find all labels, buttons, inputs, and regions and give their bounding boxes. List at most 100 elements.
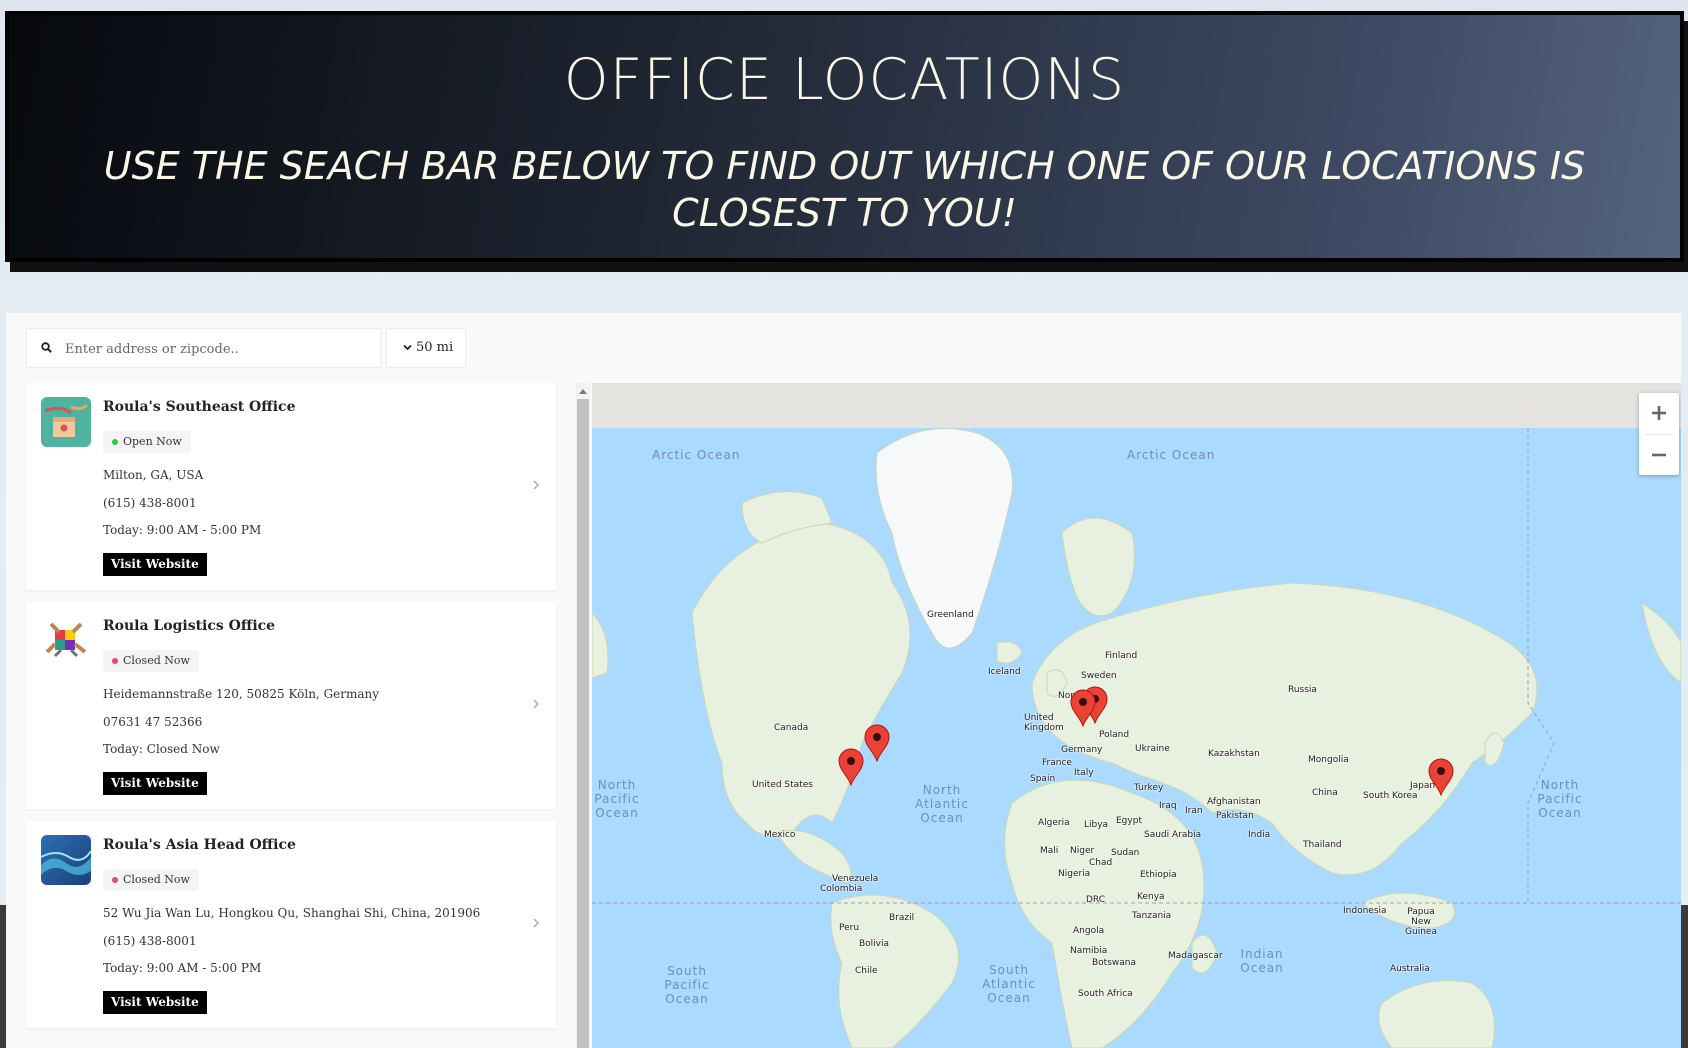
map-country-label: Pakistan — [1216, 811, 1254, 821]
map-country-label: Mongolia — [1308, 755, 1349, 765]
location-phone: (615) 438-8001 — [103, 934, 197, 948]
chevron-down-icon — [403, 344, 412, 351]
location-phone: 07631 47 52366 — [103, 715, 203, 729]
map-country-label: South Africa — [1078, 989, 1133, 999]
map-country-label: Botswana — [1092, 958, 1136, 968]
ocean-label: Arctic Ocean — [652, 448, 741, 462]
map-country-label: Iran — [1185, 806, 1203, 816]
radius-select[interactable]: 50 mi — [386, 328, 466, 368]
map-marker-icon[interactable] — [864, 724, 890, 762]
map-country-label: Thailand — [1303, 840, 1342, 850]
location-hours: Today: Closed Now — [103, 742, 220, 756]
map-country-label: Ethiopia — [1140, 870, 1177, 880]
map-country-label: Greenland — [927, 610, 974, 620]
map-country-label: Saudi Arabia — [1144, 830, 1202, 840]
location-address: Heidemannstraße 120, 50825 Köln, Germany — [103, 687, 380, 701]
ocean-label: South Pacific Ocean — [664, 964, 710, 1006]
ocean-label: North Pacific Ocean — [1537, 778, 1583, 820]
visit-website-button[interactable]: Visit Website — [103, 553, 207, 576]
map-country-label: Peru — [839, 923, 860, 933]
map-country-label: Chad — [1089, 858, 1113, 868]
page-title: OFFICE LOCATIONS — [563, 47, 1126, 113]
map-country-label: China — [1312, 788, 1338, 798]
location-address: 52 Wu Jia Wan Lu, Hongkou Qu, Shanghai S… — [103, 906, 481, 920]
map-country-label: Poland — [1099, 730, 1130, 740]
location-hours: Today: 9:00 AM - 5:00 PM — [103, 523, 262, 537]
hero-banner: OFFICE LOCATIONS USE THE SEACH BAR BELOW… — [5, 11, 1684, 262]
search-box[interactable] — [26, 328, 381, 369]
location-address: Milton, GA, USA — [103, 468, 204, 482]
map-country-label: Sweden — [1081, 671, 1117, 681]
zoom-in-button[interactable] — [1639, 393, 1679, 433]
map-country-label: Finland — [1105, 651, 1138, 661]
chevron-right-icon — [533, 480, 539, 490]
map-country-label: Algeria — [1038, 818, 1070, 828]
location-phone: (615) 438-8001 — [103, 496, 197, 510]
map-country-label: Italy — [1074, 768, 1094, 778]
ocean-label: Arctic Ocean — [1127, 448, 1216, 462]
map-country-label: Angola — [1073, 926, 1105, 936]
map-country-label: Niger — [1070, 846, 1095, 856]
map-country-label: Libya — [1084, 820, 1109, 830]
page-subtitle: USE THE SEACH BAR BELOW TO FIND OUT WHIC… — [103, 144, 1586, 235]
map-country-label: Chile — [855, 966, 878, 976]
list-scrollbar[interactable] — [576, 383, 590, 1048]
scroll-thumb[interactable] — [577, 399, 589, 1048]
chevron-right-icon — [533, 918, 539, 928]
visit-website-button[interactable]: Visit Website — [103, 991, 207, 1014]
location-card[interactable]: Roula Logistics Office Closed Now Heidem… — [26, 602, 556, 809]
map-marker-icon[interactable] — [838, 748, 864, 786]
status-dot — [112, 658, 118, 664]
map-marker-icon[interactable] — [1428, 758, 1454, 796]
map-country-label: India — [1248, 830, 1271, 840]
map-country-label: Mexico — [764, 830, 796, 840]
map-country-label: Spain — [1030, 774, 1056, 784]
radius-value: 50 mi — [416, 340, 454, 355]
map-country-label: France — [1042, 758, 1072, 768]
location-list: Roula's Southeast Office Open Now Milton… — [6, 383, 568, 1048]
map-country-label: Russia — [1288, 685, 1317, 695]
map-country-label: Sudan — [1111, 848, 1140, 858]
map-country-label: Australia — [1390, 964, 1430, 974]
status-label: Open Now — [123, 435, 182, 448]
visit-website-button[interactable]: Visit Website — [103, 772, 207, 795]
search-icon — [41, 342, 52, 353]
ocean-label: North Atlantic Ocean — [915, 783, 969, 825]
zoom-control — [1639, 393, 1679, 475]
map-country-label: Namibia — [1070, 946, 1108, 956]
plus-icon — [1652, 406, 1666, 420]
location-logo — [41, 835, 91, 885]
location-name: Roula's Southeast Office — [103, 399, 296, 415]
map-country-label: Afghanistan — [1207, 797, 1261, 807]
location-card[interactable]: Roula's Southeast Office Open Now Milton… — [26, 383, 556, 590]
ocean-label: South Atlantic Ocean — [982, 963, 1036, 1005]
map-country-label: Brazil — [889, 913, 915, 923]
ocean-label: Indian Ocean — [1240, 947, 1284, 975]
map-country-label: United States — [752, 780, 813, 790]
map-country-label: Kenya — [1137, 892, 1165, 902]
location-logo — [41, 616, 91, 666]
map-country-label: South Korea — [1363, 791, 1418, 801]
status-badge: Closed Now — [103, 869, 199, 891]
map-marker-icon[interactable] — [1070, 689, 1096, 727]
map-view[interactable]: Arctic Ocean Arctic Ocean North Pacific … — [592, 383, 1681, 1048]
chevron-right-icon — [533, 699, 539, 709]
map-country-label: Egypt — [1116, 816, 1142, 826]
status-label: Closed Now — [123, 873, 190, 886]
world-map-landmass — [592, 428, 1681, 1048]
map-country-label: Indonesia — [1343, 906, 1387, 916]
location-logo — [41, 397, 91, 447]
scroll-up-arrow-icon[interactable] — [579, 389, 587, 394]
status-badge: Closed Now — [103, 650, 199, 672]
location-card[interactable]: Roula's Asia Head Office Closed Now 52 W… — [26, 821, 556, 1028]
map-country-label: Turkey — [1134, 783, 1164, 793]
ocean-label: North Pacific Ocean — [594, 778, 640, 820]
map-country-label: Canada — [774, 723, 809, 733]
location-name: Roula's Asia Head Office — [103, 837, 296, 853]
map-country-label: Madagascar — [1168, 951, 1223, 961]
zoom-out-button[interactable] — [1639, 435, 1679, 475]
map-country-label: Mali — [1040, 846, 1059, 856]
map-country-label: Tanzania — [1132, 911, 1172, 921]
search-input[interactable] — [63, 329, 367, 369]
map-country-label: Venezuela — [832, 874, 879, 884]
